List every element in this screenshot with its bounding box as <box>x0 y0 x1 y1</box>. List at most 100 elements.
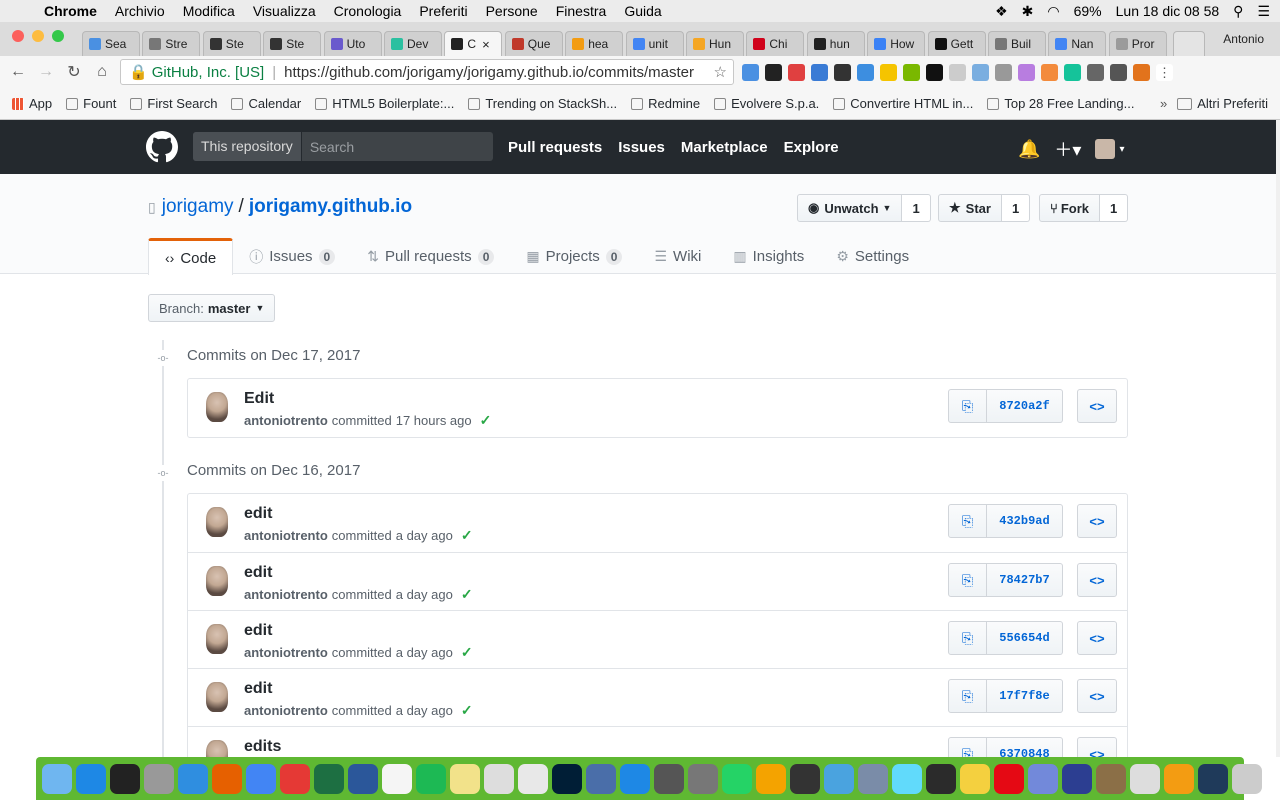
commit-sha-link[interactable]: 432b9ad <box>987 504 1063 538</box>
author-avatar[interactable] <box>206 392 228 422</box>
commit-message-link[interactable]: edit <box>244 622 272 640</box>
repo-name-link[interactable]: jorigamy.github.io <box>249 196 412 218</box>
author-avatar[interactable] <box>206 682 228 712</box>
bookmark-item[interactable]: First Search <box>130 96 217 111</box>
stargazers-count[interactable]: 1 <box>1001 194 1031 222</box>
nav-pull-requests[interactable]: Pull requests <box>508 139 602 156</box>
safari-icon[interactable] <box>178 763 208 794</box>
browser-tab[interactable]: Pror <box>1108 31 1167 56</box>
back-icon[interactable]: ← <box>4 63 32 81</box>
commit-message-link[interactable]: edit <box>244 680 272 698</box>
bookmark-star-icon[interactable]: ☆ <box>714 63 727 81</box>
browser-tab[interactable]: Buil <box>988 31 1046 56</box>
author-avatar[interactable] <box>206 507 228 537</box>
browser-tab[interactable]: Nan <box>1048 31 1107 56</box>
status-check-icon[interactable]: ✓ <box>461 586 473 603</box>
search-input[interactable] <box>301 138 482 155</box>
nav-issues[interactable]: Issues <box>618 139 665 156</box>
chrome-menu-icon[interactable]: ⋮ <box>1156 64 1173 81</box>
downloads-icon[interactable] <box>1130 763 1160 794</box>
commit-author-link[interactable]: antoniotrento <box>244 413 328 428</box>
home-icon[interactable]: ⌂ <box>88 63 116 81</box>
extension-icon[interactable] <box>765 64 782 81</box>
status-check-icon[interactable]: ✓ <box>461 702 473 719</box>
tab-settings[interactable]: ⚙ Settings <box>820 238 925 275</box>
status-check-icon[interactable]: ✓ <box>461 644 473 661</box>
skype-icon[interactable] <box>76 763 106 794</box>
clock[interactable]: Lun 18 dic 08 58 <box>1116 3 1220 19</box>
copy-sha-clipboard-icon[interactable]: ⎘ <box>948 563 987 597</box>
sketch-icon[interactable] <box>1164 763 1194 794</box>
commit-sha-link[interactable]: 556654d <box>987 621 1063 655</box>
star-button[interactable]: ★ Star <box>938 194 1002 222</box>
extension-icon[interactable] <box>1087 64 1104 81</box>
forward-icon[interactable]: → <box>32 63 60 81</box>
extension-icon[interactable] <box>811 64 828 81</box>
more-bookmarks-chevron-icon[interactable]: » <box>1160 96 1167 111</box>
browse-repo-code-icon[interactable]: <> <box>1077 504 1117 538</box>
launchpad-icon[interactable] <box>688 763 718 794</box>
status-check-icon[interactable]: ✓ <box>461 527 473 544</box>
virtualbox-icon[interactable] <box>858 763 888 794</box>
photoshop-icon[interactable] <box>552 763 582 794</box>
extension-icon[interactable] <box>926 64 943 81</box>
browser-tab[interactable]: unit <box>625 31 684 56</box>
cyberduck-icon[interactable] <box>960 763 990 794</box>
browser-tab[interactable]: Hun <box>686 31 744 56</box>
close-tab-icon[interactable]: × <box>482 37 490 52</box>
menu-item-cronologia[interactable]: Cronologia <box>334 3 402 19</box>
menu-item-guida[interactable]: Guida <box>624 3 661 19</box>
browse-repo-code-icon[interactable]: <> <box>1077 563 1117 597</box>
nav-marketplace[interactable]: Marketplace <box>681 139 768 156</box>
atom-icon[interactable] <box>892 763 922 794</box>
grammarly-icon[interactable] <box>1064 64 1081 81</box>
menu-item-visualizza[interactable]: Visualizza <box>253 3 316 19</box>
vscode-icon[interactable] <box>824 763 854 794</box>
calendar-icon[interactable] <box>382 763 412 794</box>
bookmark-item[interactable]: Trending on StackSh... <box>468 96 617 111</box>
bookmark-item[interactable]: HTML5 Boilerplate:... <box>315 96 454 111</box>
extension-icon[interactable] <box>1018 64 1035 81</box>
textedit-icon[interactable] <box>484 763 514 794</box>
repo-owner-link[interactable]: jorigamy <box>162 196 234 218</box>
extension-icon[interactable] <box>742 64 759 81</box>
browser-tab[interactable]: How <box>867 31 926 56</box>
github-logo-icon[interactable] <box>146 131 178 163</box>
tab-pull-requests[interactable]: ⇅ Pull requests 0 <box>351 238 510 275</box>
browser-tab[interactable]: Chi <box>746 31 805 56</box>
status-check-icon[interactable]: ✓ <box>480 412 492 429</box>
extension-icon[interactable] <box>949 64 966 81</box>
system-preferences-icon[interactable] <box>654 763 684 794</box>
app-store-icon[interactable] <box>620 763 650 794</box>
commit-author-link[interactable]: antoniotrento <box>244 645 328 660</box>
bluetooth-icon[interactable]: ✱ <box>1022 3 1034 20</box>
notes-icon[interactable] <box>450 763 480 794</box>
profile-name[interactable]: Antonio <box>1223 32 1264 46</box>
menu-item-persone[interactable]: Persone <box>486 3 538 19</box>
watchers-count[interactable]: 1 <box>902 194 931 222</box>
copy-sha-clipboard-icon[interactable]: ⎘ <box>948 679 987 713</box>
chrome-icon[interactable] <box>246 763 276 794</box>
menu-item-preferiti[interactable]: Preferiti <box>419 3 467 19</box>
commit-message-link[interactable]: edit <box>244 564 272 582</box>
browse-repo-code-icon[interactable]: <> <box>1077 621 1117 655</box>
preview-icon[interactable] <box>144 763 174 794</box>
extension-icon[interactable] <box>1110 64 1127 81</box>
dropbox-icon[interactable]: ❖ <box>995 3 1008 20</box>
menu-item-finestra[interactable]: Finestra <box>556 3 607 19</box>
copy-sha-clipboard-icon[interactable]: ⎘ <box>948 621 987 655</box>
tab-code[interactable]: ‹› Code <box>148 238 234 275</box>
bookmark-item[interactable]: Top 28 Free Landing... <box>987 96 1134 111</box>
quicktime-icon[interactable] <box>586 763 616 794</box>
extension-icon[interactable] <box>972 64 989 81</box>
commit-message-link[interactable]: Edit <box>244 390 274 408</box>
screenshot-folder-icon[interactable] <box>1198 763 1228 794</box>
extension-icon[interactable] <box>834 64 851 81</box>
new-tab-button[interactable] <box>1173 31 1206 56</box>
browse-repo-code-icon[interactable]: <> <box>1077 679 1117 713</box>
browser-tab[interactable]: hea <box>565 31 624 56</box>
discord-icon[interactable] <box>1028 763 1058 794</box>
commit-sha-link[interactable]: 17f7f8e <box>987 679 1063 713</box>
browser-tab[interactable]: Dev <box>384 31 442 56</box>
browser-tab[interactable]: Gett <box>927 31 986 56</box>
